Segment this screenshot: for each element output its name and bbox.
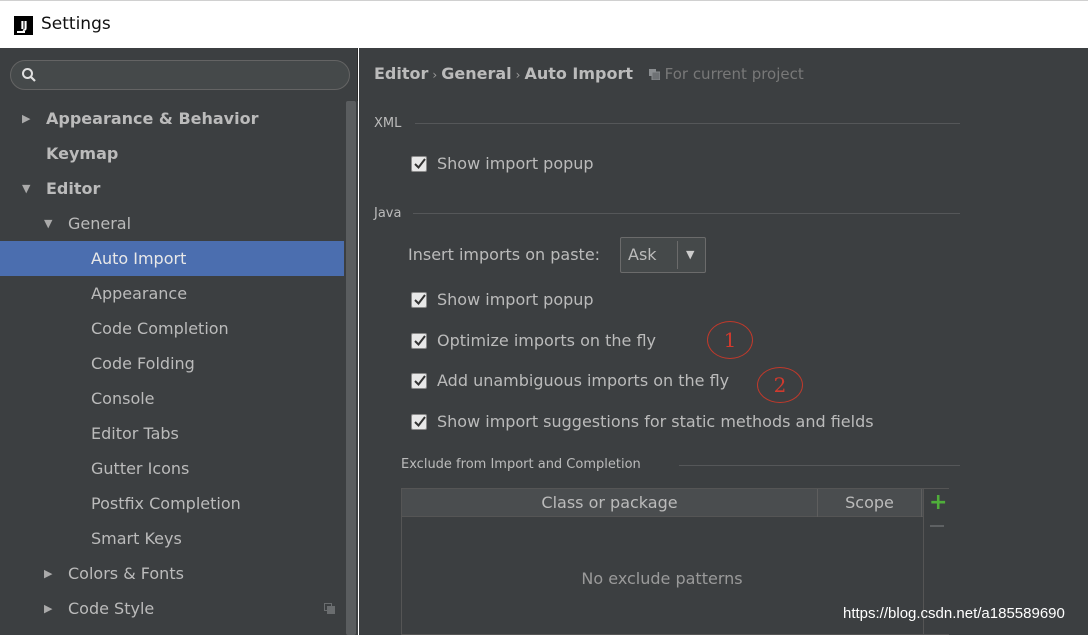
- table-header: Class or package Scope: [402, 489, 948, 517]
- tree-item-appearance[interactable]: Appearance: [0, 276, 344, 311]
- checkbox-label: Show import suggestions for static metho…: [437, 412, 874, 431]
- settings-sidebar: ▶ Appearance & Behavior Keymap ▼ Editor …: [0, 48, 358, 635]
- add-icon[interactable]: +: [929, 492, 947, 514]
- collapsed-arrow-icon[interactable]: ▶: [22, 101, 30, 136]
- select-divider: [677, 241, 678, 269]
- annotation-circle-2: 2: [757, 367, 803, 403]
- java-group-title: Java: [374, 206, 402, 221]
- select-value: Ask: [628, 245, 657, 264]
- tree-item-editor[interactable]: ▼ Editor: [0, 171, 344, 206]
- column-header-scope[interactable]: Scope: [818, 489, 922, 517]
- remove-icon[interactable]: [930, 525, 944, 527]
- tree-item-label: Smart Keys: [91, 529, 182, 548]
- breadcrumb-separator: ›: [432, 68, 438, 82]
- tree-item-appearance-behavior[interactable]: ▶ Appearance & Behavior: [0, 101, 344, 136]
- xml-group-title: XML: [374, 116, 402, 131]
- project-scope-icon: [648, 69, 660, 80]
- breadcrumb-separator: ›: [515, 68, 521, 82]
- tree-item-label: Gutter Icons: [91, 459, 190, 478]
- tree-item-label: Editor Tabs: [91, 424, 179, 443]
- search-icon: [22, 68, 36, 82]
- checkbox-label: Optimize imports on the fly: [437, 331, 656, 350]
- project-hint: For current project: [648, 65, 804, 83]
- tree-item-label: Code Folding: [91, 354, 195, 373]
- checked-checkbox[interactable]: [411, 333, 427, 349]
- breadcrumb-item-auto-import: Auto Import: [524, 64, 634, 83]
- tree-item-label: Editor: [46, 179, 101, 198]
- tree-item-auto-import[interactable]: Auto Import: [0, 241, 344, 276]
- checked-checkbox[interactable]: [411, 156, 427, 172]
- window-titlebar: IJ Settings: [0, 0, 1088, 48]
- checkbox-label: Show import popup: [437, 290, 594, 309]
- tree-item-console[interactable]: Console: [0, 381, 344, 416]
- checkbox-label: Show import popup: [437, 154, 594, 173]
- settings-tree: ▶ Appearance & Behavior Keymap ▼ Editor …: [0, 101, 344, 626]
- tree-item-general[interactable]: ▼ General: [0, 206, 344, 241]
- java-group-divider: [413, 213, 960, 214]
- tree-item-label: Appearance & Behavior: [46, 109, 259, 128]
- window-title: Settings: [41, 14, 111, 34]
- expanded-arrow-icon[interactable]: ▼: [44, 206, 52, 241]
- tree-item-label: Postfix Completion: [91, 494, 241, 513]
- annotation-circle-1: 1: [707, 321, 753, 359]
- checkbox-label: Add unambiguous imports on the fly: [437, 371, 730, 390]
- tree-item-colors-fonts[interactable]: ▶ Colors & Fonts: [0, 556, 344, 591]
- checked-checkbox[interactable]: [411, 414, 427, 430]
- watermark-url: https://blog.csdn.net/a185589690: [843, 605, 1065, 622]
- collapsed-arrow-icon[interactable]: ▶: [44, 556, 52, 591]
- collapsed-arrow-icon[interactable]: ▶: [44, 591, 52, 626]
- intellij-app-icon: IJ: [14, 16, 33, 35]
- tree-item-code-style[interactable]: ▶ Code Style: [0, 591, 344, 626]
- tree-item-label: General: [68, 214, 132, 233]
- settings-content: Editor › General › Auto Import For current p…: [359, 48, 1088, 635]
- xml-group-divider: [415, 123, 960, 124]
- tree-item-label: Appearance: [91, 284, 188, 303]
- tree-item-label: Colors & Fonts: [68, 564, 184, 583]
- tree-item-gutter-icons[interactable]: Gutter Icons: [0, 451, 344, 486]
- tree-item-label: Auto Import: [91, 249, 187, 268]
- breadcrumb-item-general: General: [441, 64, 512, 83]
- breadcrumb: Editor › General › Auto Import For current p…: [374, 64, 804, 83]
- tree-item-label: Code Completion: [91, 319, 229, 338]
- breadcrumb-item-editor: Editor: [374, 64, 429, 83]
- search-box[interactable]: [10, 60, 350, 90]
- search-input[interactable]: [43, 65, 338, 85]
- insert-imports-on-paste-label: Insert imports on paste:: [408, 245, 601, 264]
- dropdown-arrow-icon[interactable]: ▼: [686, 248, 694, 261]
- project-copy-icon: [324, 603, 335, 614]
- tree-item-label: Code Style: [68, 599, 155, 618]
- insert-imports-on-paste-select[interactable]: Ask ▼: [620, 237, 706, 273]
- exclude-group-title: Exclude from Import and Completion: [401, 457, 641, 472]
- checked-checkbox[interactable]: [411, 373, 427, 389]
- empty-table-message: No exclude patterns: [581, 569, 743, 588]
- tree-item-editor-tabs[interactable]: Editor Tabs: [0, 416, 344, 451]
- tree-item-code-folding[interactable]: Code Folding: [0, 346, 344, 381]
- tree-item-keymap[interactable]: Keymap: [0, 136, 344, 171]
- tree-item-code-completion[interactable]: Code Completion: [0, 311, 344, 346]
- tree-item-label: Keymap: [46, 144, 119, 163]
- exclude-group-divider: [679, 465, 960, 466]
- column-header-class-or-package[interactable]: Class or package: [402, 489, 818, 517]
- expanded-arrow-icon[interactable]: ▼: [22, 171, 30, 206]
- checked-checkbox[interactable]: [411, 292, 427, 308]
- project-hint-text: For current project: [664, 65, 804, 83]
- tree-item-postfix-completion[interactable]: Postfix Completion: [0, 486, 344, 521]
- tree-item-smart-keys[interactable]: Smart Keys: [0, 521, 344, 556]
- sidebar-scrollbar-thumb[interactable]: [346, 101, 356, 635]
- tree-item-label: Console: [91, 389, 155, 408]
